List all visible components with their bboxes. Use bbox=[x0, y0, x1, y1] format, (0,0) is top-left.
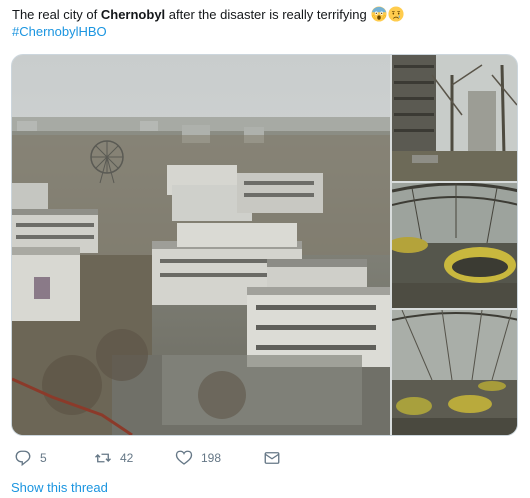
crying-face-emoji-icon bbox=[388, 6, 404, 22]
tweet-text: The real city of Chernobyl after the dis… bbox=[12, 6, 522, 40]
media-image-bumper-cars-1[interactable] bbox=[392, 183, 517, 308]
direct-message-button[interactable] bbox=[263, 449, 293, 467]
media-image-bumper-cars-2[interactable] bbox=[392, 310, 517, 435]
heart-icon bbox=[175, 450, 193, 465]
apartment-block-photo bbox=[392, 55, 517, 181]
show-thread-link[interactable]: Show this thread bbox=[11, 480, 108, 495]
reply-icon bbox=[15, 450, 31, 467]
retweet-count: 42 bbox=[120, 451, 134, 465]
tweet-text-bold: Chernobyl bbox=[100, 7, 166, 22]
like-count: 198 bbox=[201, 451, 222, 465]
reply-count: 5 bbox=[40, 451, 47, 465]
tweet: The real city of Chernobyl after the dis… bbox=[0, 0, 530, 498]
bumper-cars-photo-1 bbox=[392, 183, 517, 308]
media-image-aerial-city[interactable] bbox=[12, 55, 390, 435]
media-grid[interactable] bbox=[11, 54, 518, 436]
bumper-cars-photo-2 bbox=[392, 310, 517, 435]
retweet-button[interactable]: 42 bbox=[94, 449, 175, 467]
hashtag-link[interactable]: #ChernobylHBO bbox=[12, 23, 522, 40]
like-button[interactable]: 198 bbox=[175, 449, 263, 467]
tweet-text-before: The real city of bbox=[12, 7, 101, 22]
screaming-face-emoji-icon bbox=[371, 6, 387, 22]
aerial-city-photo bbox=[12, 55, 390, 435]
tweet-text-line: The real city of Chernobyl after the dis… bbox=[12, 6, 522, 23]
tweet-text-after: after the disaster is really terrifying bbox=[165, 7, 367, 22]
reply-button[interactable]: 5 bbox=[14, 449, 94, 467]
envelope-icon bbox=[264, 452, 280, 464]
retweet-icon bbox=[95, 453, 111, 463]
media-image-apartment-block[interactable] bbox=[392, 55, 517, 181]
tweet-actions: 5 42 198 bbox=[14, 448, 293, 468]
